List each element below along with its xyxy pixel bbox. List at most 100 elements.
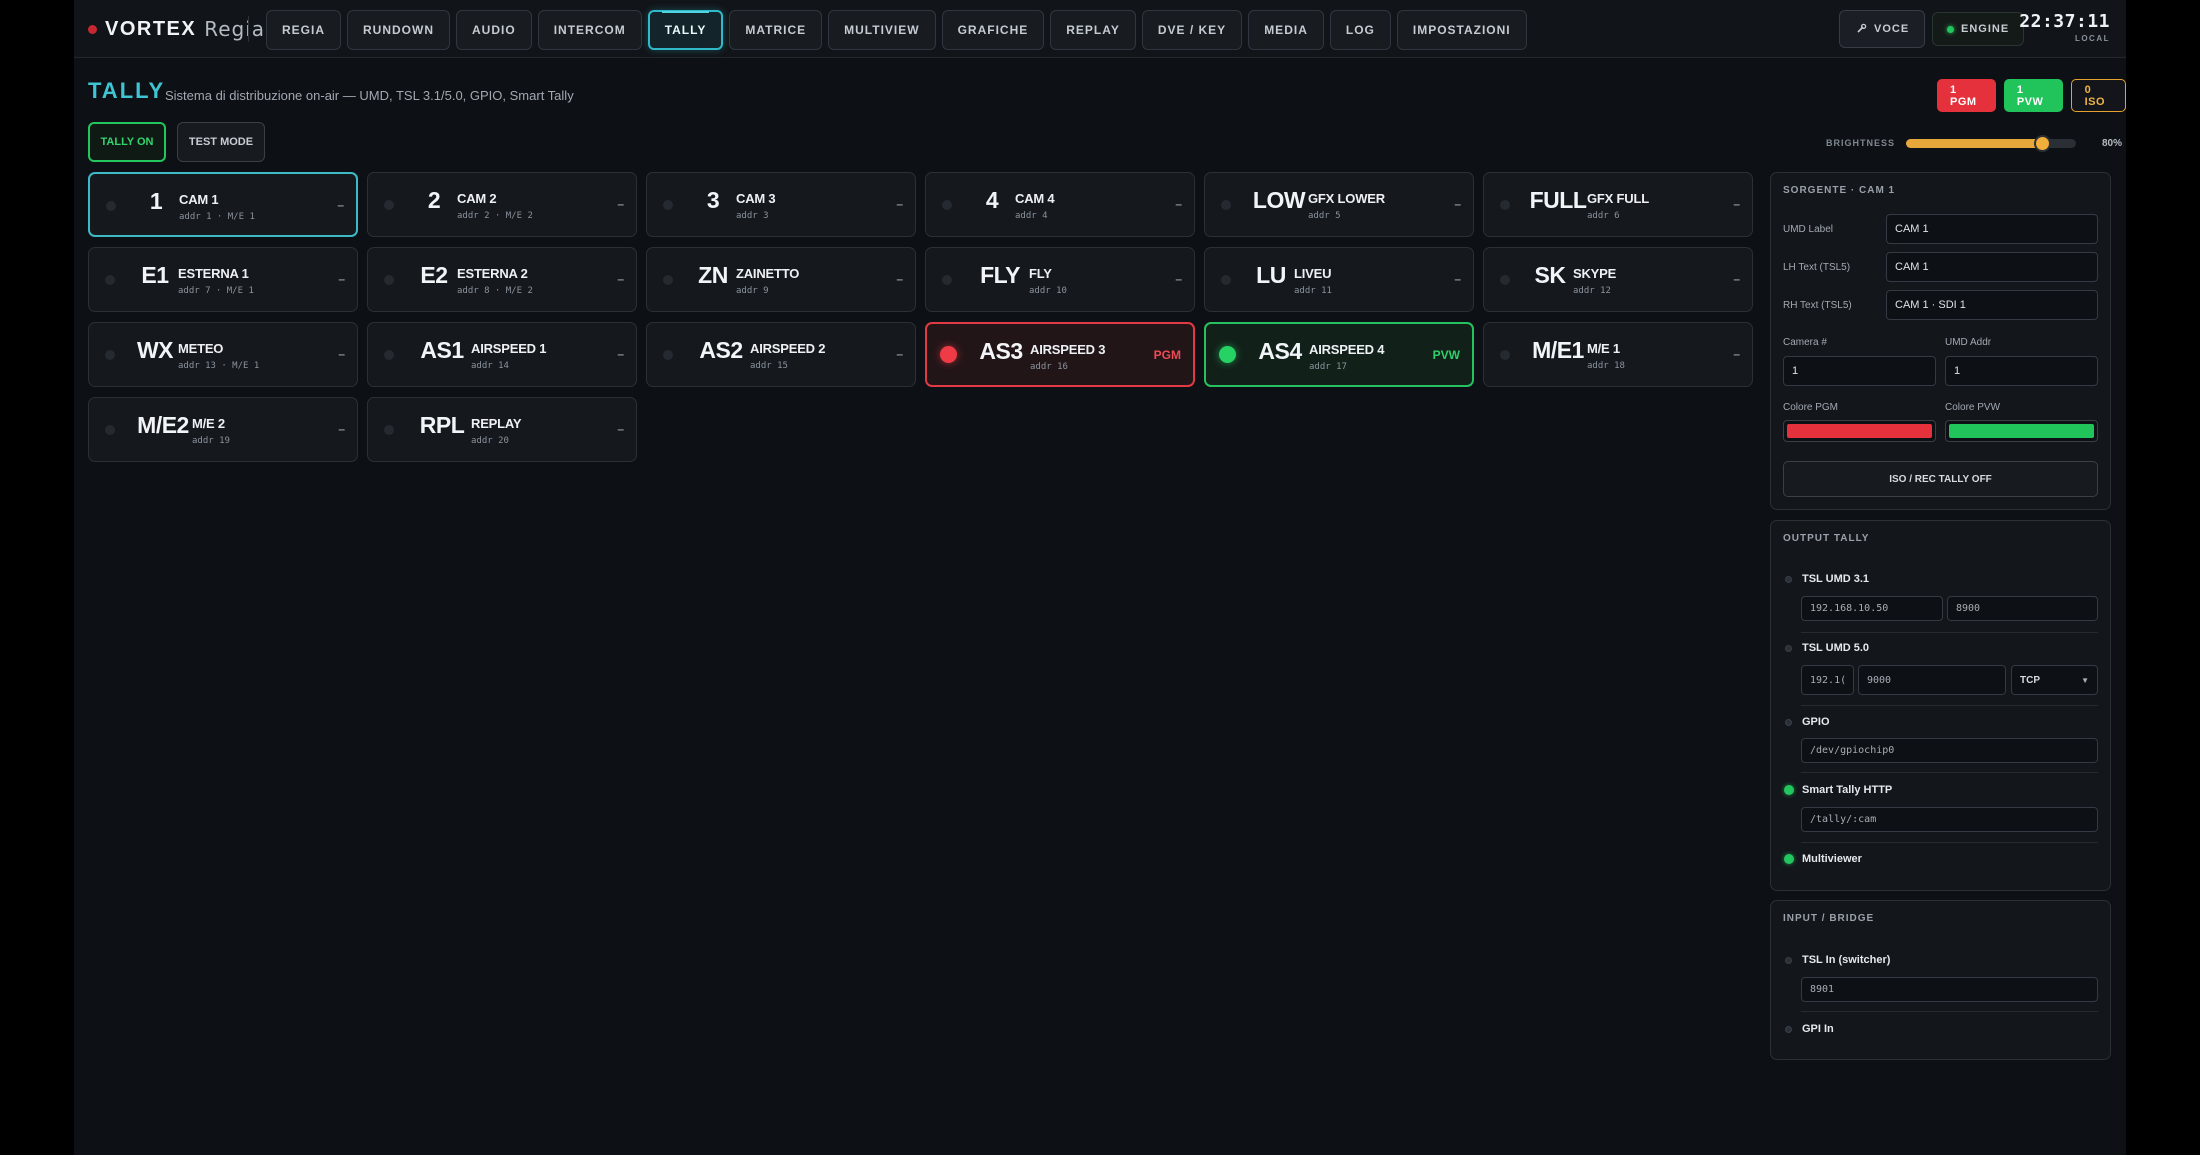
tile-name: CAM 4 [1015, 191, 1055, 206]
nav-tab-rundown[interactable]: RUNDOWN [347, 10, 451, 50]
camera-number-input[interactable]: 1 [1783, 356, 1936, 386]
tally-tile-e1[interactable]: E1 ESTERNA 1 addr 7 · M/E 1 – [88, 247, 358, 312]
tile-address: addr 15 [750, 361, 788, 371]
clock: 22:37:11 LOCAL [2019, 11, 2110, 43]
tally-tile-as3[interactable]: AS3 AIRSPEED 3 addr 16 PGM [925, 322, 1195, 387]
tile-address: addr 16 [1030, 362, 1068, 372]
pgm-color-swatch [1787, 424, 1932, 438]
tally-tile-m-e1[interactable]: M/E1 M/E 1 addr 18 – [1483, 322, 1753, 387]
multiviewer-row[interactable]: Multiviewer [1784, 852, 1862, 866]
pvw-color-label: Colore PVW [1945, 402, 2001, 413]
tally-tile-full[interactable]: FULL GFX FULL addr 6 – [1483, 172, 1753, 237]
tally-tile-1[interactable]: 1 CAM 1 addr 1 · M/E 1 – [88, 172, 358, 237]
tsl50-row[interactable]: TSL UMD 5.0 [1785, 641, 1869, 655]
tally-tile-as2[interactable]: AS2 AIRSPEED 2 addr 15 – [646, 322, 916, 387]
iso-rec-tally-button[interactable]: ISO / REC TALLY OFF [1783, 461, 2098, 497]
tile-name: AIRSPEED 2 [750, 341, 826, 356]
nav-tab-impostazioni[interactable]: IMPOSTAZIONI [1396, 10, 1527, 50]
nav-tab-media[interactable]: MEDIA [1248, 10, 1324, 50]
pvw-color-picker[interactable] [1945, 420, 2098, 442]
tile-number: FULL [1529, 187, 1587, 213]
tally-lamp-icon [1500, 275, 1510, 285]
voice-button[interactable]: VOCE [1839, 10, 1926, 48]
smart-tally-row[interactable]: Smart Tally HTTP [1784, 783, 1892, 797]
brand: VORTEX Regia [88, 14, 265, 44]
divider [1801, 632, 2098, 633]
nav-tab-multiview[interactable]: MULTIVIEW [828, 10, 936, 50]
test-mode-button[interactable]: TEST MODE [177, 122, 265, 162]
tally-tile-low[interactable]: LOW GFX LOWER addr 5 – [1204, 172, 1474, 237]
engine-status-dot-icon [1947, 25, 1954, 33]
tile-name: AIRSPEED 3 [1030, 342, 1106, 357]
input-bridge-panel: INPUT / BRIDGE TSL In (switcher) 8901 GP… [1770, 900, 2111, 1060]
umd-addr-input[interactable]: 1 [1945, 356, 2098, 386]
tally-lamp-icon [105, 275, 115, 285]
tally-tile-fly[interactable]: FLY FLY addr 10 – [925, 247, 1195, 312]
nav-tab-intercom[interactable]: INTERCOM [537, 10, 642, 50]
tsl50-port-input[interactable]: 9000 [1858, 665, 2006, 695]
tsl50-ip-input[interactable]: 192.1( [1801, 665, 1854, 695]
nav-tab-dve-key[interactable]: DVE / KEY [1141, 10, 1243, 50]
engine-status-button[interactable]: ENGINE [1932, 12, 2025, 46]
tally-tile-2[interactable]: 2 CAM 2 addr 2 · M/E 2 – [367, 172, 637, 237]
nav-tab-regia[interactable]: REGIA [266, 10, 342, 50]
pgm-color-picker[interactable] [1783, 420, 1936, 442]
tsl50-protocol-select[interactable]: TCP ▼ [2011, 665, 2098, 695]
tsl31-port-input[interactable]: 8900 [1947, 596, 2098, 621]
nav-tab-matrice[interactable]: MATRICE [729, 10, 823, 50]
tile-number: M/E1 [1532, 337, 1584, 363]
source-panel-title: SORGENTE · CAM 1 [1783, 185, 1896, 196]
tsl-in-row[interactable]: TSL In (switcher) [1785, 953, 1890, 967]
gpi-in-row[interactable]: GPI In [1785, 1022, 1834, 1036]
page-title: TALLY [88, 78, 166, 103]
tsl50-status-dot-icon [1785, 644, 1792, 652]
nav-tab-grafiche[interactable]: GRAFICHE [941, 10, 1045, 50]
tally-tile-sk[interactable]: SK SKYPE addr 12 – [1483, 247, 1753, 312]
tile-name: LIVEU [1294, 266, 1332, 281]
lh-text-input[interactable]: CAM 1 [1886, 252, 2098, 282]
tile-number: 3 [706, 187, 720, 213]
tsl-in-port-input[interactable]: 8901 [1801, 977, 2098, 1002]
tally-tile-3[interactable]: 3 CAM 3 addr 3 – [646, 172, 916, 237]
umd-label-input[interactable]: CAM 1 [1886, 214, 2098, 244]
nav-tab-audio[interactable]: AUDIO [456, 10, 532, 50]
tally-tile-rpl[interactable]: RPL REPLAY addr 20 – [367, 397, 637, 462]
tally-tile-wx[interactable]: WX METEO addr 13 · M/E 1 – [88, 322, 358, 387]
tile-address: addr 10 [1029, 286, 1067, 296]
umd-addr-label: UMD Addr [1945, 337, 1992, 348]
tally-tile-zn[interactable]: ZN ZAINETTO addr 9 – [646, 247, 916, 312]
tile-address: addr 14 [471, 361, 509, 371]
gpio-row[interactable]: GPIO [1785, 715, 1830, 729]
tally-tile-lu[interactable]: LU LIVEU addr 11 – [1204, 247, 1474, 312]
brightness-control: BRIGHTNESS 80% [1826, 133, 2122, 153]
nav-tab-replay[interactable]: REPLAY [1050, 10, 1136, 50]
tile-state: PVW [1432, 348, 1460, 362]
tile-number: AS3 [979, 338, 1023, 364]
tally-on-toggle[interactable]: TALLY ON [88, 122, 166, 162]
tile-address: addr 9 [736, 286, 769, 296]
rh-text-input[interactable]: CAM 1 · SDI 1 [1886, 290, 2098, 320]
tally-tile-as4[interactable]: AS4 AIRSPEED 4 addr 17 PVW [1204, 322, 1474, 387]
brightness-slider-thumb[interactable] [2034, 134, 2051, 152]
gpio-path-input[interactable]: /dev/gpiochip0 [1801, 738, 2098, 763]
smart-tally-path-input[interactable]: /tally/:cam [1801, 807, 2098, 832]
tally-lamp-icon [1221, 275, 1231, 285]
tile-address: addr 2 · M/E 2 [457, 211, 533, 221]
brand-product: Regia [204, 17, 266, 41]
page-subtitle: Sistema di distribuzione on-air — UMD, T… [165, 88, 574, 103]
tile-address: addr 4 [1015, 211, 1048, 221]
tile-state: – [896, 347, 903, 361]
tsl31-row[interactable]: TSL UMD 3.1 [1785, 572, 1869, 586]
nav-tab-tally[interactable]: TALLY [647, 10, 724, 50]
tsl31-ip-input[interactable]: 192.168.10.50 [1801, 596, 1943, 621]
tally-tile-e2[interactable]: E2 ESTERNA 2 addr 8 · M/E 2 – [367, 247, 637, 312]
tally-tile-m-e2[interactable]: M/E2 M/E 2 addr 19 – [88, 397, 358, 462]
nav-tab-log[interactable]: LOG [1329, 10, 1391, 50]
tally-lamp-icon [384, 275, 394, 285]
tile-address: addr 7 · M/E 1 [178, 286, 254, 296]
brightness-slider[interactable] [1906, 134, 2076, 152]
tile-name: AIRSPEED 4 [1309, 342, 1385, 357]
tally-tile-4[interactable]: 4 CAM 4 addr 4 – [925, 172, 1195, 237]
tally-lamp-icon [942, 200, 952, 210]
tally-tile-as1[interactable]: AS1 AIRSPEED 1 addr 14 – [367, 322, 637, 387]
